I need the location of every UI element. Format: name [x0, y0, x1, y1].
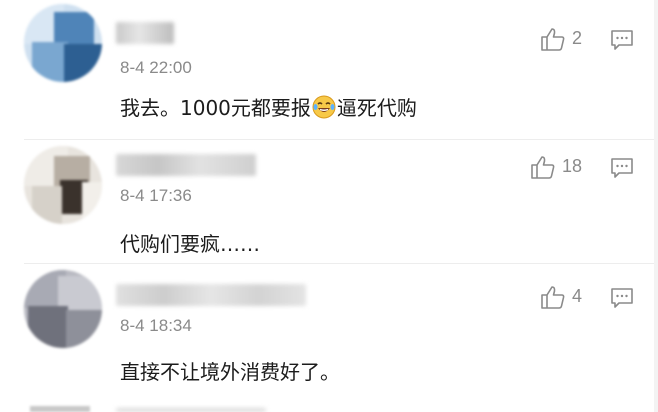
thumbs-up-icon — [531, 156, 555, 179]
avatar[interactable] — [24, 146, 102, 224]
like-count: 4 — [572, 286, 583, 306]
username-blurred[interactable] — [116, 22, 174, 44]
comment-time: 8-4 18:34 — [120, 316, 192, 335]
comment-time: 8-4 22:00 — [120, 58, 192, 77]
comment-text: 我去。1000元都要报 逼死代购 — [120, 92, 417, 124]
comment-text: 代购们要疯…… — [120, 232, 260, 256]
comment-item: 8-4 17:36 代购们要疯…… 18 — [0, 140, 658, 264]
avatar[interactable] — [24, 4, 102, 82]
thumbs-up-icon — [541, 286, 565, 309]
like-count: 2 — [572, 28, 583, 48]
reply-bubble-icon — [611, 30, 633, 50]
scrollbar-track[interactable] — [654, 0, 658, 412]
comment-text-part: 我去。1000元都要报 — [120, 96, 311, 120]
like-button[interactable]: 18 — [530, 154, 600, 182]
avatar[interactable] — [24, 270, 102, 348]
comment-item: 8-4 22:00 我去。1000元都要报 逼死代购 2 — [0, 0, 658, 140]
like-button[interactable]: 4 — [540, 284, 610, 312]
comment-text-part: 逼死代购 — [336, 96, 417, 120]
avatar-partial[interactable] — [30, 406, 90, 412]
reply-button[interactable] — [610, 286, 634, 310]
thumbs-up-icon — [541, 28, 565, 51]
reply-bubble-icon — [611, 288, 633, 308]
reply-bubble-icon — [611, 158, 633, 178]
laughing-tears-emoji-icon — [312, 95, 336, 124]
username-blurred-partial — [116, 408, 266, 412]
reply-button[interactable] — [610, 28, 634, 52]
comment-text: 直接不让境外消费好了。 — [120, 360, 340, 384]
username-blurred[interactable] — [116, 154, 256, 176]
username-blurred[interactable] — [116, 284, 306, 306]
like-button[interactable]: 2 — [540, 26, 610, 54]
reply-button[interactable] — [610, 156, 634, 180]
comment-time: 8-4 17:36 — [120, 186, 192, 205]
comment-item: 8-4 18:34 直接不让境外消费好了。 4 — [0, 264, 658, 412]
like-count: 18 — [562, 156, 583, 176]
